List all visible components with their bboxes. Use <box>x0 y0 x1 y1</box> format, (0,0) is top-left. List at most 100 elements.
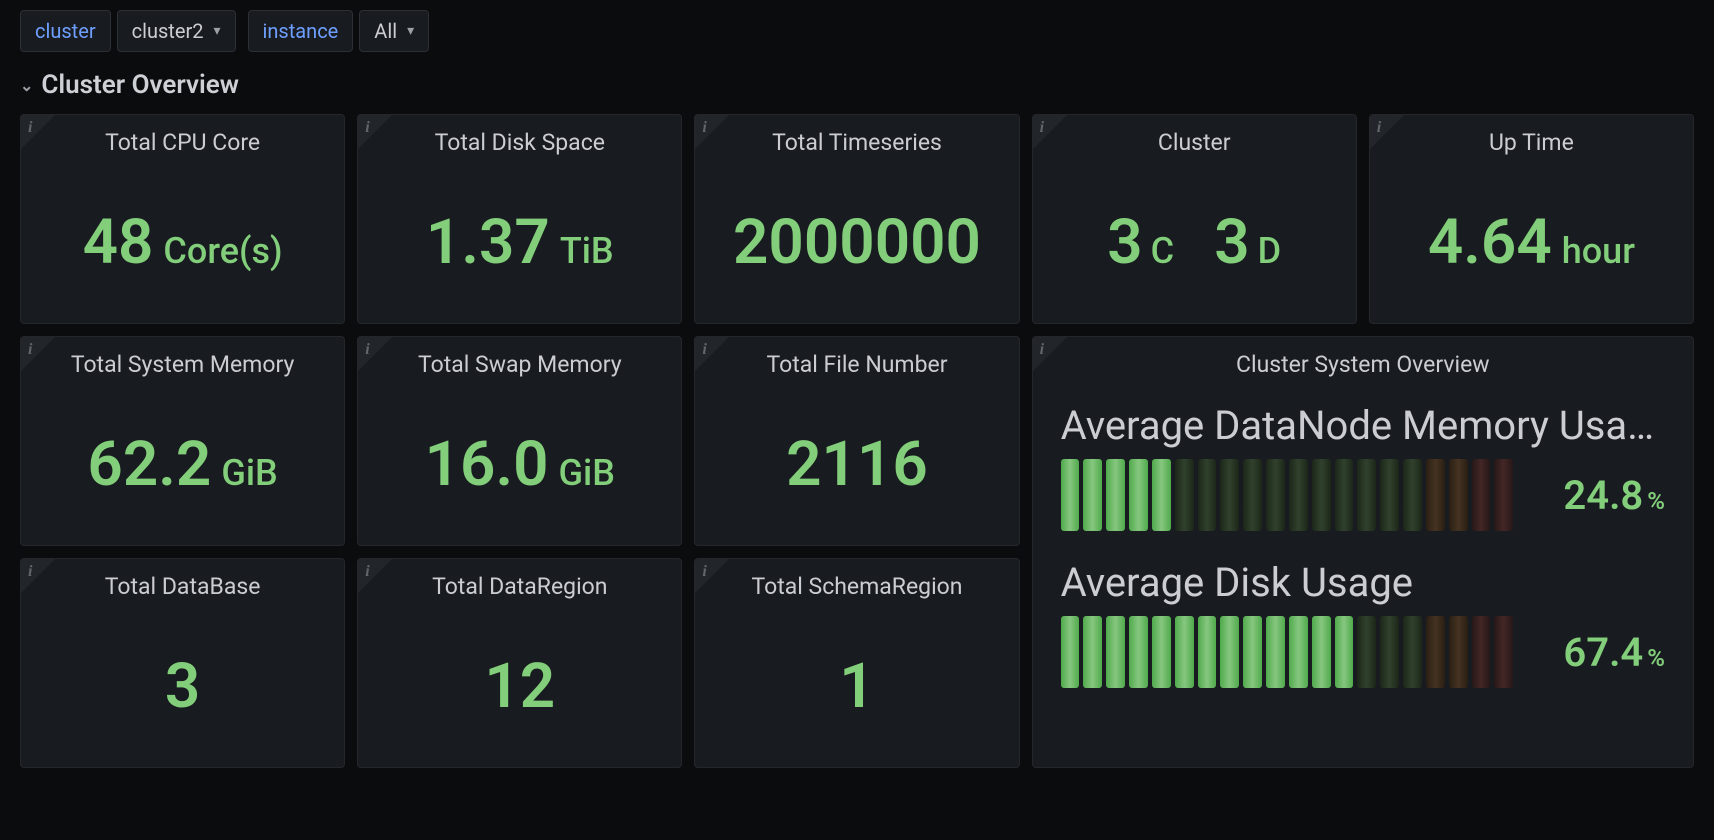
stat-unit: Core(s) <box>163 233 282 269</box>
panel-total-dataregion[interactable]: i Total DataRegion 12 <box>357 558 682 768</box>
panel-body: 12 <box>358 606 681 767</box>
gauge-segment <box>1266 459 1285 531</box>
gauge-segment <box>1083 459 1102 531</box>
cluster-d: 3 D <box>1214 206 1281 279</box>
gauge-segment <box>1198 459 1217 531</box>
gauge-row: 24.8 % <box>1061 459 1665 531</box>
panel-body: 16.0 GiB <box>358 384 681 545</box>
gauge-segment <box>1494 616 1513 688</box>
filter-group-instance: instance All ▾ <box>248 10 430 52</box>
gauge-segment <box>1403 616 1422 688</box>
stat-number: 1 <box>839 656 874 718</box>
gauge-segment <box>1175 616 1194 688</box>
gauge-value: 24.8 % <box>1535 472 1665 519</box>
panel-total-cpu-core[interactable]: i Total CPU Core 48 Core(s) <box>20 114 345 324</box>
gauge-segment <box>1312 616 1331 688</box>
stat-number: 48 <box>83 212 154 274</box>
stat-value: 3 <box>165 656 200 718</box>
gauge-segment <box>1357 459 1376 531</box>
stat-number: 12 <box>484 656 555 718</box>
stat-number: 1.37 <box>426 212 550 274</box>
gauge-segment <box>1472 459 1491 531</box>
gauge-segment <box>1426 459 1445 531</box>
gauge-segment <box>1061 616 1080 688</box>
info-icon[interactable]: i <box>702 563 706 581</box>
gauge-segment <box>1289 459 1308 531</box>
panel-body: 2116 <box>695 384 1018 545</box>
info-icon[interactable]: i <box>1377 119 1381 137</box>
panel-total-disk-space[interactable]: i Total Disk Space 1.37 TiB <box>357 114 682 324</box>
filter-bar: cluster cluster2 ▾ instance All ▾ <box>20 10 1694 52</box>
chevron-down-icon: ▾ <box>213 23 220 39</box>
filter-group-cluster: cluster cluster2 ▾ <box>20 10 236 52</box>
stat-number: 62.2 <box>87 434 211 496</box>
gauge-segment <box>1449 616 1468 688</box>
filter-label-cluster: cluster <box>20 10 111 52</box>
panel-total-system-memory[interactable]: i Total System Memory 62.2 GiB <box>20 336 345 546</box>
info-icon[interactable]: i <box>702 341 706 359</box>
stat-value: 2116 <box>786 434 928 496</box>
info-icon[interactable]: i <box>365 563 369 581</box>
stat-value: 62.2 GiB <box>87 434 277 496</box>
gauge-segment <box>1449 459 1468 531</box>
gauge-unit: % <box>1647 644 1665 672</box>
info-icon[interactable]: i <box>365 119 369 137</box>
stat-value: 16.0 GiB <box>425 434 615 496</box>
gauge-segment <box>1106 616 1125 688</box>
panel-corner <box>695 337 729 371</box>
gauge-segment <box>1335 616 1354 688</box>
gauge-segment <box>1289 616 1308 688</box>
panel-body: 2000000 <box>695 162 1018 323</box>
panel-total-file-number[interactable]: i Total File Number 2116 <box>694 336 1019 546</box>
panel-corner <box>1370 115 1404 149</box>
stat-unit: GiB <box>221 455 277 491</box>
gauge-bar-memory <box>1061 459 1513 531</box>
panel-title: Total System Memory <box>21 337 344 384</box>
stat-value: 1.37 TiB <box>426 212 614 274</box>
panel-title: Total DataBase <box>21 559 344 606</box>
stat-value: 1 <box>839 656 874 718</box>
panel-body: 62.2 GiB <box>21 384 344 545</box>
gauge-segment <box>1380 616 1399 688</box>
gauge-segment <box>1243 459 1262 531</box>
panel-total-database[interactable]: i Total DataBase 3 <box>20 558 345 768</box>
gauge-number: 67.4 <box>1563 629 1643 676</box>
gauge-label: Average DataNode Memory Usage <box>1061 402 1665 449</box>
gauge-unit: % <box>1647 487 1665 515</box>
gauge-segment <box>1175 459 1194 531</box>
panel-corner <box>1033 337 1067 371</box>
stat-number: 16.0 <box>425 434 549 496</box>
panel-up-time[interactable]: i Up Time 4.64 hour <box>1369 114 1694 324</box>
info-icon[interactable]: i <box>28 119 32 137</box>
panel-total-timeseries[interactable]: i Total Timeseries 2000000 <box>694 114 1019 324</box>
panel-total-schemaregion[interactable]: i Total SchemaRegion 1 <box>694 558 1019 768</box>
stat-unit: C <box>1151 230 1175 272</box>
info-icon[interactable]: i <box>365 341 369 359</box>
filter-value-instance[interactable]: All ▾ <box>359 10 429 52</box>
panel-body: 48 Core(s) <box>21 162 344 323</box>
gauge-segment <box>1357 616 1376 688</box>
panel-corner <box>21 115 55 149</box>
filter-value-cluster[interactable]: cluster2 ▾ <box>117 10 236 52</box>
panel-corner <box>21 337 55 371</box>
gauge-segment <box>1152 459 1171 531</box>
gauge-segment <box>1198 616 1217 688</box>
panel-cluster[interactable]: i Cluster 3 C 3 D <box>1032 114 1357 324</box>
info-icon[interactable]: i <box>28 563 32 581</box>
gauge-segment <box>1083 616 1102 688</box>
panel-corner <box>358 559 392 593</box>
stat-value: 2000000 <box>733 212 981 274</box>
info-icon[interactable]: i <box>28 341 32 359</box>
panel-total-swap-memory[interactable]: i Total Swap Memory 16.0 GiB <box>357 336 682 546</box>
panel-cluster-system-overview[interactable]: i Cluster System Overview Average DataNo… <box>1032 336 1694 768</box>
filter-value-cluster-text: cluster2 <box>132 19 204 43</box>
gauge-segment <box>1426 616 1445 688</box>
gauge-value: 67.4 % <box>1535 629 1665 676</box>
stat-value: 48 Core(s) <box>83 212 283 274</box>
info-icon[interactable]: i <box>702 119 706 137</box>
info-icon[interactable]: i <box>1040 119 1044 137</box>
panel-title: Up Time <box>1370 115 1693 162</box>
panel-title: Total CPU Core <box>21 115 344 162</box>
section-header-cluster-overview[interactable]: ⌄ Cluster Overview <box>20 70 1694 100</box>
info-icon[interactable]: i <box>1040 341 1044 359</box>
